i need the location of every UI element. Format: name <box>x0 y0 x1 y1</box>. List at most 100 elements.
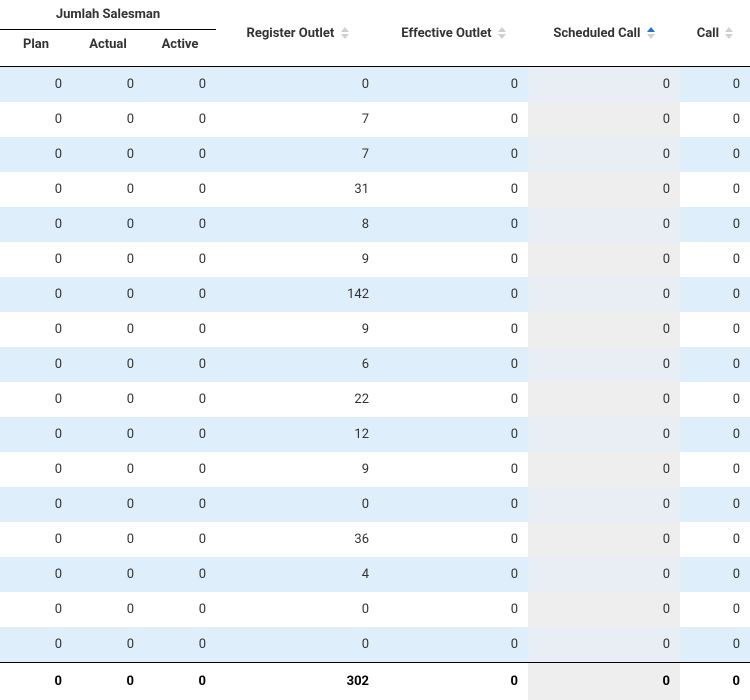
table-row: 0004000 <box>0 557 750 592</box>
cell-scheduled-call: 0 <box>528 137 680 172</box>
cell-scheduled-call: 0 <box>528 382 680 417</box>
cell-active: 0 <box>144 242 216 277</box>
footer-scheduled-call: 0 <box>528 663 680 700</box>
cell-active: 0 <box>144 522 216 557</box>
cell-actual: 0 <box>72 207 144 242</box>
table-row: 0000000 <box>0 487 750 522</box>
cell-actual: 0 <box>72 242 144 277</box>
table-row: 00036000 <box>0 522 750 557</box>
cell-scheduled-call: 0 <box>528 207 680 242</box>
cell-plan: 0 <box>0 207 72 242</box>
cell-call: 0 <box>680 102 750 137</box>
cell-plan: 0 <box>0 312 72 347</box>
cell-scheduled-call: 0 <box>528 172 680 207</box>
cell-register-outlet: 142 <box>216 277 379 312</box>
cell-register-outlet: 7 <box>216 102 379 137</box>
table-row: 0009000 <box>0 312 750 347</box>
cell-actual: 0 <box>72 592 144 627</box>
cell-call: 0 <box>680 417 750 452</box>
header-scheduled-call[interactable]: Scheduled Call <box>528 0 680 67</box>
header-group-salesman: Jumlah Salesman <box>0 0 216 30</box>
cell-call: 0 <box>680 347 750 382</box>
header-call[interactable]: Call <box>680 0 750 67</box>
cell-register-outlet: 9 <box>216 452 379 487</box>
cell-active: 0 <box>144 347 216 382</box>
table-row: 0000000 <box>0 592 750 627</box>
cell-effective-outlet: 0 <box>379 312 528 347</box>
cell-actual: 0 <box>72 67 144 103</box>
cell-effective-outlet: 0 <box>379 172 528 207</box>
cell-effective-outlet: 0 <box>379 557 528 592</box>
cell-scheduled-call: 0 <box>528 312 680 347</box>
cell-register-outlet: 4 <box>216 557 379 592</box>
cell-actual: 0 <box>72 382 144 417</box>
cell-actual: 0 <box>72 172 144 207</box>
header-register-outlet[interactable]: Register Outlet <box>216 0 379 67</box>
cell-effective-outlet: 0 <box>379 67 528 103</box>
cell-call: 0 <box>680 242 750 277</box>
cell-register-outlet: 0 <box>216 487 379 522</box>
cell-effective-outlet: 0 <box>379 102 528 137</box>
cell-plan: 0 <box>0 452 72 487</box>
cell-plan: 0 <box>0 137 72 172</box>
cell-call: 0 <box>680 277 750 312</box>
cell-plan: 0 <box>0 557 72 592</box>
cell-effective-outlet: 0 <box>379 137 528 172</box>
cell-call: 0 <box>680 67 750 103</box>
cell-active: 0 <box>144 312 216 347</box>
cell-register-outlet: 9 <box>216 242 379 277</box>
cell-register-outlet: 7 <box>216 137 379 172</box>
cell-scheduled-call: 0 <box>528 592 680 627</box>
footer-actual: 0 <box>72 663 144 700</box>
cell-plan: 0 <box>0 382 72 417</box>
cell-plan: 0 <box>0 592 72 627</box>
cell-call: 0 <box>680 172 750 207</box>
cell-call: 0 <box>680 487 750 522</box>
cell-active: 0 <box>144 382 216 417</box>
cell-effective-outlet: 0 <box>379 277 528 312</box>
cell-active: 0 <box>144 207 216 242</box>
cell-actual: 0 <box>72 522 144 557</box>
cell-plan: 0 <box>0 522 72 557</box>
cell-effective-outlet: 0 <box>379 487 528 522</box>
table-row: 0007000 <box>0 137 750 172</box>
cell-call: 0 <box>680 557 750 592</box>
cell-scheduled-call: 0 <box>528 242 680 277</box>
cell-call: 0 <box>680 312 750 347</box>
table-row: 0006000 <box>0 347 750 382</box>
header-scheduled-call-label: Scheduled Call <box>553 26 640 41</box>
footer-row: 0 0 0 302 0 0 0 <box>0 663 750 700</box>
header-effective-outlet-label: Effective Outlet <box>401 26 491 41</box>
header-plan[interactable]: Plan <box>0 30 72 67</box>
cell-register-outlet: 8 <box>216 207 379 242</box>
table-body: 0000000000700000070000003100000080000009… <box>0 67 750 663</box>
cell-register-outlet: 12 <box>216 417 379 452</box>
cell-call: 0 <box>680 137 750 172</box>
cell-active: 0 <box>144 557 216 592</box>
cell-scheduled-call: 0 <box>528 557 680 592</box>
cell-scheduled-call: 0 <box>528 522 680 557</box>
cell-register-outlet: 6 <box>216 347 379 382</box>
sort-icon <box>725 27 733 39</box>
cell-actual: 0 <box>72 277 144 312</box>
cell-register-outlet: 9 <box>216 312 379 347</box>
cell-actual: 0 <box>72 137 144 172</box>
cell-register-outlet: 0 <box>216 592 379 627</box>
cell-plan: 0 <box>0 67 72 103</box>
cell-active: 0 <box>144 67 216 103</box>
cell-plan: 0 <box>0 347 72 382</box>
cell-call: 0 <box>680 452 750 487</box>
sort-icon <box>498 27 506 39</box>
cell-active: 0 <box>144 417 216 452</box>
cell-active: 0 <box>144 592 216 627</box>
cell-plan: 0 <box>0 417 72 452</box>
header-active[interactable]: Active <box>144 30 216 67</box>
header-actual[interactable]: Actual <box>72 30 144 67</box>
header-effective-outlet[interactable]: Effective Outlet <box>379 0 528 67</box>
salesman-table: Jumlah Salesman Register Outlet Effectiv… <box>0 0 750 700</box>
table-row: 000142000 <box>0 277 750 312</box>
cell-active: 0 <box>144 487 216 522</box>
footer-active: 0 <box>144 663 216 700</box>
cell-effective-outlet: 0 <box>379 207 528 242</box>
cell-effective-outlet: 0 <box>379 417 528 452</box>
